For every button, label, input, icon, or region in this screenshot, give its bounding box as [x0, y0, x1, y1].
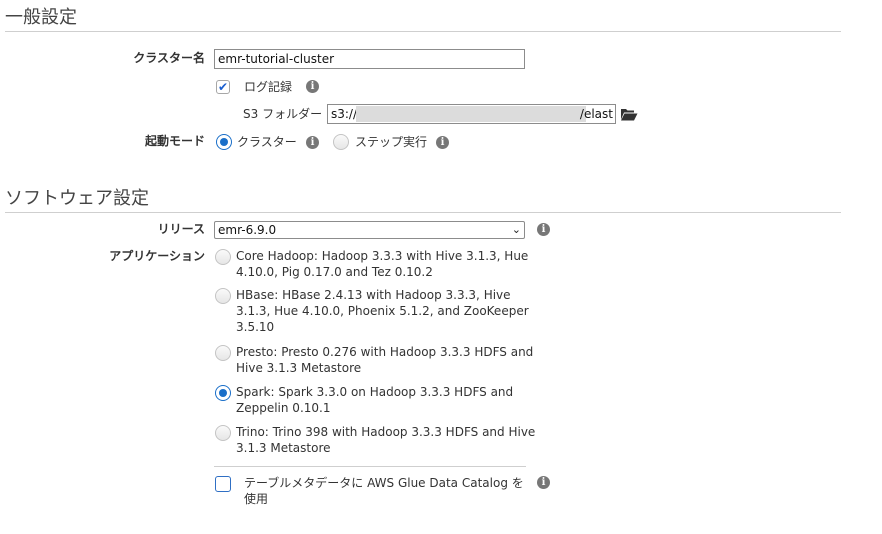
app-presto-radio[interactable]: [215, 345, 231, 361]
app-trino-label: Trino: Trino 398 with Hadoop 3.3.3 HDFS …: [236, 425, 536, 455]
chevron-down-icon: ⌄: [511, 223, 521, 236]
software-settings-title: ソフトウェア設定: [5, 188, 149, 209]
launch-mode-cluster-label: クラスター: [237, 135, 297, 149]
release-select[interactable]: emr-6.9.0 ⌄: [214, 221, 525, 239]
release-select-value: emr-6.9.0: [218, 223, 277, 237]
app-hbase-radio[interactable]: [215, 288, 231, 304]
launch-mode-step-label: ステップ実行: [355, 135, 428, 149]
logging-label: ログ記録: [244, 80, 293, 94]
folder-open-icon[interactable]: [620, 107, 638, 121]
info-icon[interactable]: i: [306, 80, 319, 93]
redacted-path: [356, 106, 586, 122]
s3-folder-label: S3 フォルダー: [243, 107, 323, 121]
launch-mode-label: 起動モード: [144, 134, 205, 148]
cluster-name-label: クラスター名: [133, 51, 205, 65]
software-settings-divider: [5, 212, 841, 213]
app-spark-radio[interactable]: [215, 385, 231, 401]
logging-checkbox[interactable]: ✔: [216, 80, 230, 94]
app-core-hadoop-radio[interactable]: [215, 249, 231, 265]
launch-mode-cluster-radio[interactable]: [216, 134, 232, 150]
launch-mode-step-radio[interactable]: [333, 134, 349, 150]
release-label: リリース: [157, 222, 205, 236]
general-settings-divider: [5, 31, 841, 32]
app-trino-radio[interactable]: [215, 425, 231, 441]
app-hbase-label: HBase: HBase 2.4.13 with Hadoop 3.3.3, H…: [236, 288, 529, 334]
app-presto-label: Presto: Presto 0.276 with Hadoop 3.3.3 H…: [236, 345, 534, 375]
s3-folder-input[interactable]: s3:// /elast: [327, 104, 616, 124]
s3-suffix-text: /elast: [579, 107, 613, 121]
info-icon[interactable]: i: [537, 223, 550, 236]
app-spark-label: Spark: Spark 3.3.0 on Hadoop 3.3.3 HDFS …: [236, 385, 514, 415]
app-core-hadoop-label: Core Hadoop: Hadoop 3.3.3 with Hive 3.1.…: [236, 249, 529, 279]
info-icon[interactable]: i: [436, 136, 449, 149]
s3-prefix-text: s3://: [331, 107, 358, 121]
glue-catalog-label: テーブルメタデータに AWS Glue Data Catalog を 使用: [244, 476, 524, 506]
applications-label: アプリケーション: [109, 249, 205, 263]
info-icon[interactable]: i: [537, 476, 550, 489]
general-settings-title: 一般設定: [5, 7, 77, 28]
glue-divider: [214, 466, 526, 467]
cluster-name-input[interactable]: emr-tutorial-cluster: [214, 49, 525, 69]
check-icon: ✔: [217, 80, 229, 94]
info-icon[interactable]: i: [306, 136, 319, 149]
glue-catalog-checkbox[interactable]: [215, 476, 231, 492]
